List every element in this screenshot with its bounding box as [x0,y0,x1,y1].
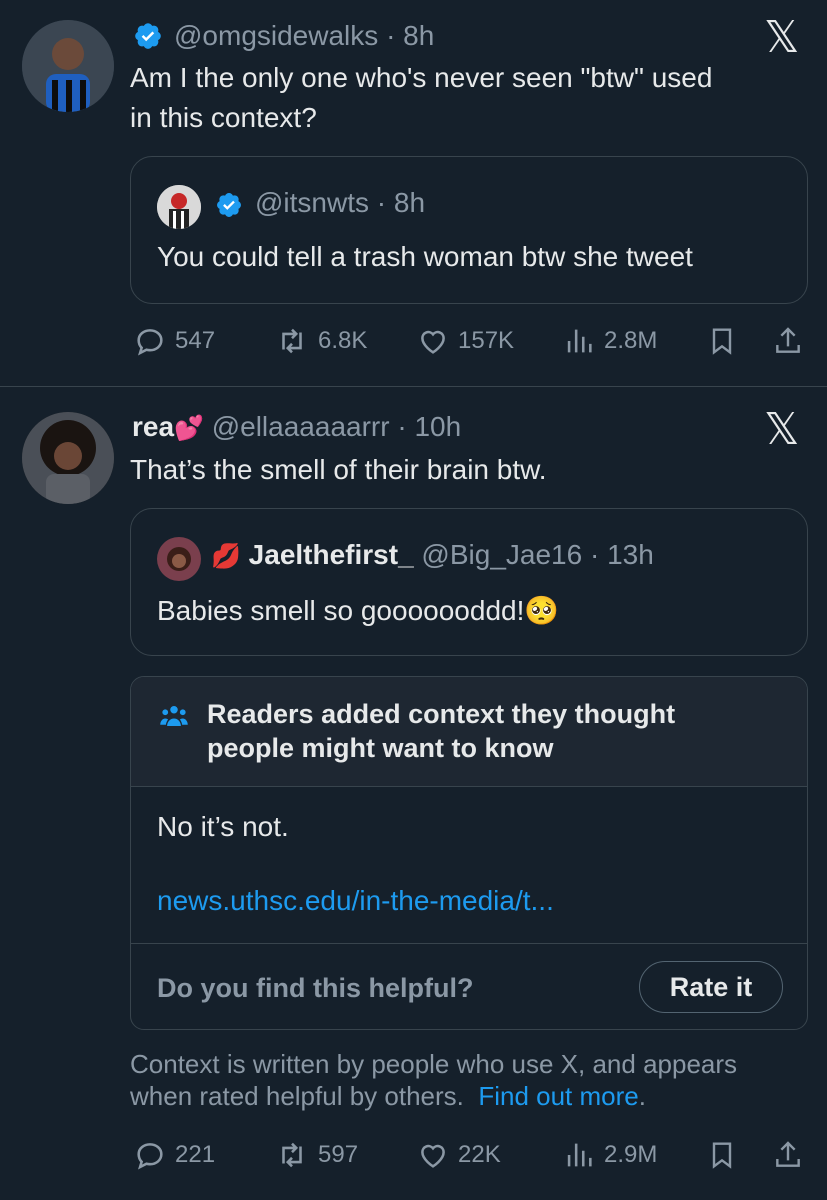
like-button[interactable]: 157K [416,324,514,358]
heart-emoji-icon: 💕 [174,415,204,442]
community-note-header: Readers added context they thought peopl… [131,677,807,787]
quote1-handle: @itsnwts [255,187,369,218]
tweet1-time[interactable]: · 8h [386,20,434,51]
rate-it-button[interactable]: Rate it [639,961,783,1013]
reply-count: 221 [175,1141,216,1168]
bookmark-icon[interactable] [706,1138,738,1172]
tweet2-display-name[interactable]: rea [132,411,174,442]
quote2-time: · 13h [589,539,654,570]
community-note-title-line1: Readers added context they thought [207,699,676,729]
verified-badge-icon [217,193,241,217]
quote2-handle: @Big_Jae16 [421,539,583,570]
reply-button[interactable]: 221 [133,1138,215,1172]
retweet-icon [282,1142,302,1168]
tweet1-text-line1: Am I the only one who's never seen "btw"… [130,62,713,93]
community-note-title-line2: people might want to know [207,733,554,763]
like-button[interactable]: 22K [416,1138,501,1172]
community-note-body: No it’s not. [157,811,289,842]
heart-icon [421,330,445,354]
share-icon[interactable] [772,324,804,358]
pleading-emoji-icon: 🥺 [524,595,560,626]
retweet-button[interactable]: 597 [274,1138,358,1172]
retweet-count: 597 [318,1141,359,1168]
disclaimer-period: . [638,1081,646,1111]
like-count: 157K [458,327,515,354]
bookmark-icon[interactable] [706,324,738,358]
tweet1-handle[interactable]: @omgsidewalks [174,20,378,51]
tweet2-text: That’s the smell of their brain btw. [130,454,547,485]
lips-emoji-icon: 💋 [211,543,241,570]
avatar-image [157,537,201,581]
quote1-text: You could tell a trash woman btw she twe… [157,241,693,272]
avatar-omgsidewalks[interactable] [22,20,114,112]
views-icon [567,329,592,353]
people-icon [160,706,188,726]
reply-icon [137,329,163,356]
avatar-image [22,20,114,112]
avatar-itsnwts [157,185,201,229]
tweet2-handle[interactable]: @ellaaaaaarrr [212,411,390,442]
views-icon [567,1143,592,1167]
community-note-link[interactable]: news.uthsc.edu/in-the-media/t... [157,881,554,921]
community-note-divider [131,943,807,944]
tweet2-time[interactable]: · 10h [397,411,461,442]
views-button[interactable]: 2.9M [562,1138,657,1172]
avatar-big-jae16 [157,537,201,581]
quote2-text: Babies smell so gooooooddd! [157,595,525,626]
heart-icon [421,1144,445,1168]
helpful-question: Do you find this helpful? [157,973,474,1003]
avatar-ellaaaaaarrr[interactable] [22,412,114,504]
quoted-tweet[interactable]: @itsnwts · 8h You could tell a trash wom… [130,156,808,304]
reply-icon [137,1143,163,1170]
quote1-time: · 8h [376,187,426,218]
views-count: 2.9M [604,1141,658,1168]
disclaimer-line1: Context is written by people who use X, … [130,1049,738,1079]
reply-count: 547 [175,327,216,354]
disclaimer-line2: when rated helpful by others. [130,1081,464,1111]
like-count: 22K [458,1141,501,1168]
find-out-more-link[interactable]: Find out more [478,1081,638,1111]
share-icon[interactable] [772,1138,804,1172]
community-note: Readers added context they thought peopl… [130,676,808,1030]
retweet-icon [282,328,302,354]
reply-button[interactable]: 547 [133,324,215,358]
avatar-image [22,412,114,504]
avatar-image [157,185,201,229]
views-button[interactable]: 2.8M [562,324,657,358]
quote2-display-name: Jaelthefirst_ [248,539,414,570]
x-logo-icon[interactable]: 𝕏 [764,16,799,60]
x-logo-icon[interactable]: 𝕏 [764,408,799,452]
retweet-button[interactable]: 6.8K [274,324,367,358]
verified-badge-icon [135,23,161,49]
views-count: 2.8M [604,327,658,354]
quoted-tweet[interactable]: 💋 Jaelthefirst_ @Big_Jae16 · 13h Babies … [130,508,808,656]
retweet-count: 6.8K [318,327,368,354]
tweet-divider [0,386,827,387]
tweet1-text-line2: in this context? [130,102,317,133]
